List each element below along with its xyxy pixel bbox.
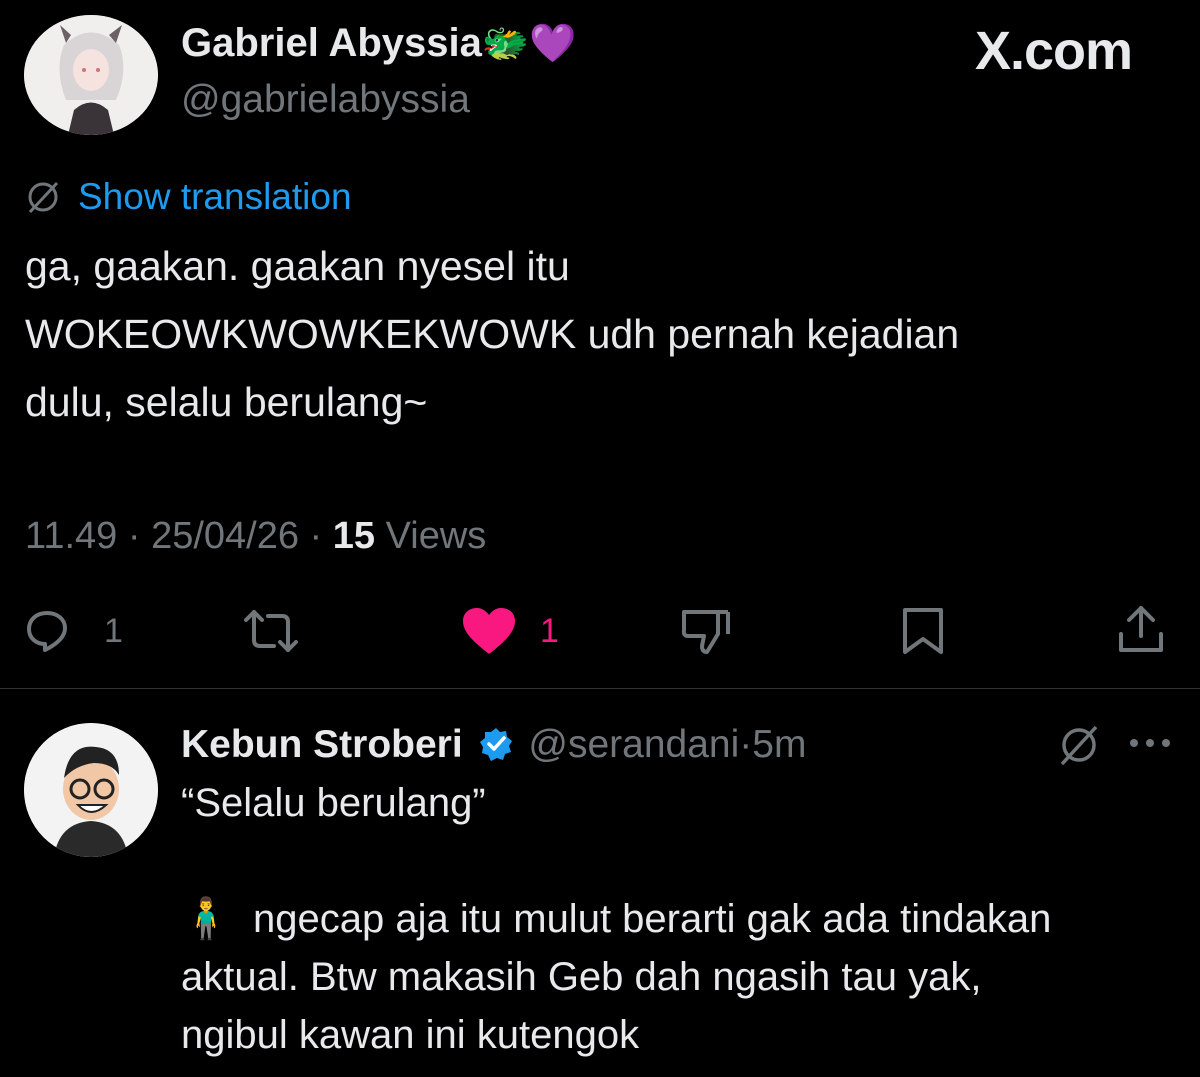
reply-handle[interactable]: @serandani	[528, 723, 739, 766]
tweet-text-line: ga, gaakan. gaakan nyesel itu	[25, 243, 570, 289]
reply-icon[interactable]	[24, 608, 70, 654]
watermark: X.com	[975, 21, 1133, 81]
author-name[interactable]: Gabriel Abyssia🐲💜	[181, 18, 577, 69]
bookmark-icon[interactable]	[901, 606, 945, 656]
like-count: 1	[540, 612, 559, 650]
reply-text-line: ngibul kawan ini kutengok	[181, 1013, 640, 1057]
reply-time[interactable]: 5m	[752, 723, 806, 766]
verified-badge-icon	[478, 726, 514, 762]
share-icon[interactable]	[1115, 604, 1167, 656]
reply-blank-line	[181, 832, 1181, 890]
meta-sep: ·	[309, 515, 323, 557]
reply-author-name[interactable]: Kebun Stroberi	[181, 723, 463, 766]
retweet-icon[interactable]	[242, 608, 300, 654]
reply-text: “Selalu berulang” 🧍‍♂️ ngecap aja itu mu…	[181, 774, 1181, 1064]
reply-sep: ·	[739, 723, 753, 766]
globe-slash-icon	[24, 178, 62, 216]
reply-header: Kebun Stroberi @serandani·5m	[181, 720, 806, 770]
tweet-text-line: dulu, selalu berulang~	[25, 379, 428, 425]
reply-text-line2: ngecap aja itu mulut berarti gak ada tin…	[253, 897, 1052, 941]
author-avatar[interactable]	[24, 15, 158, 135]
reply-text-line: aktual. Btw makasih Geb dah ngasih tau y…	[181, 955, 982, 999]
divider	[0, 688, 1200, 689]
heart-icon[interactable]	[461, 606, 517, 656]
author-emojis: 🐲💜	[481, 23, 577, 65]
author-handle[interactable]: @gabrielabyssia	[181, 76, 470, 124]
tweet-text: ga, gaakan. gaakan nyesel itu WOKEOWKWOW…	[25, 232, 1185, 436]
views-label: Views	[385, 515, 487, 557]
tweet-text-line: WOKEOWKWOWKEKWOWK udh pernah kejadian	[25, 311, 960, 357]
reply-text-line: 🧍‍♂️ ngecap aja itu mulut berarti gak ad…	[181, 890, 1181, 948]
meta-sep: ·	[127, 515, 141, 557]
tweet-time[interactable]: 11.49	[25, 515, 117, 557]
tweet-date[interactable]: 25/04/26	[151, 515, 299, 557]
globe-slash-icon[interactable]	[1056, 722, 1102, 768]
reply-author-avatar[interactable]	[24, 723, 158, 857]
reply-text-line: “Selalu berulang”	[181, 781, 486, 825]
reply-count: 1	[104, 612, 123, 650]
thumbs-down-icon[interactable]	[680, 606, 732, 658]
more-icon[interactable]	[1128, 736, 1172, 750]
views-count: 15	[332, 515, 376, 557]
author-name-text[interactable]: Gabriel Abyssia	[181, 21, 482, 65]
show-translation-link[interactable]: Show translation	[78, 174, 352, 220]
person-standing-emoji: 🧍‍♂️	[181, 897, 231, 941]
tweet-meta: 11.49 · 25/04/26 · 15 Views	[25, 512, 486, 560]
